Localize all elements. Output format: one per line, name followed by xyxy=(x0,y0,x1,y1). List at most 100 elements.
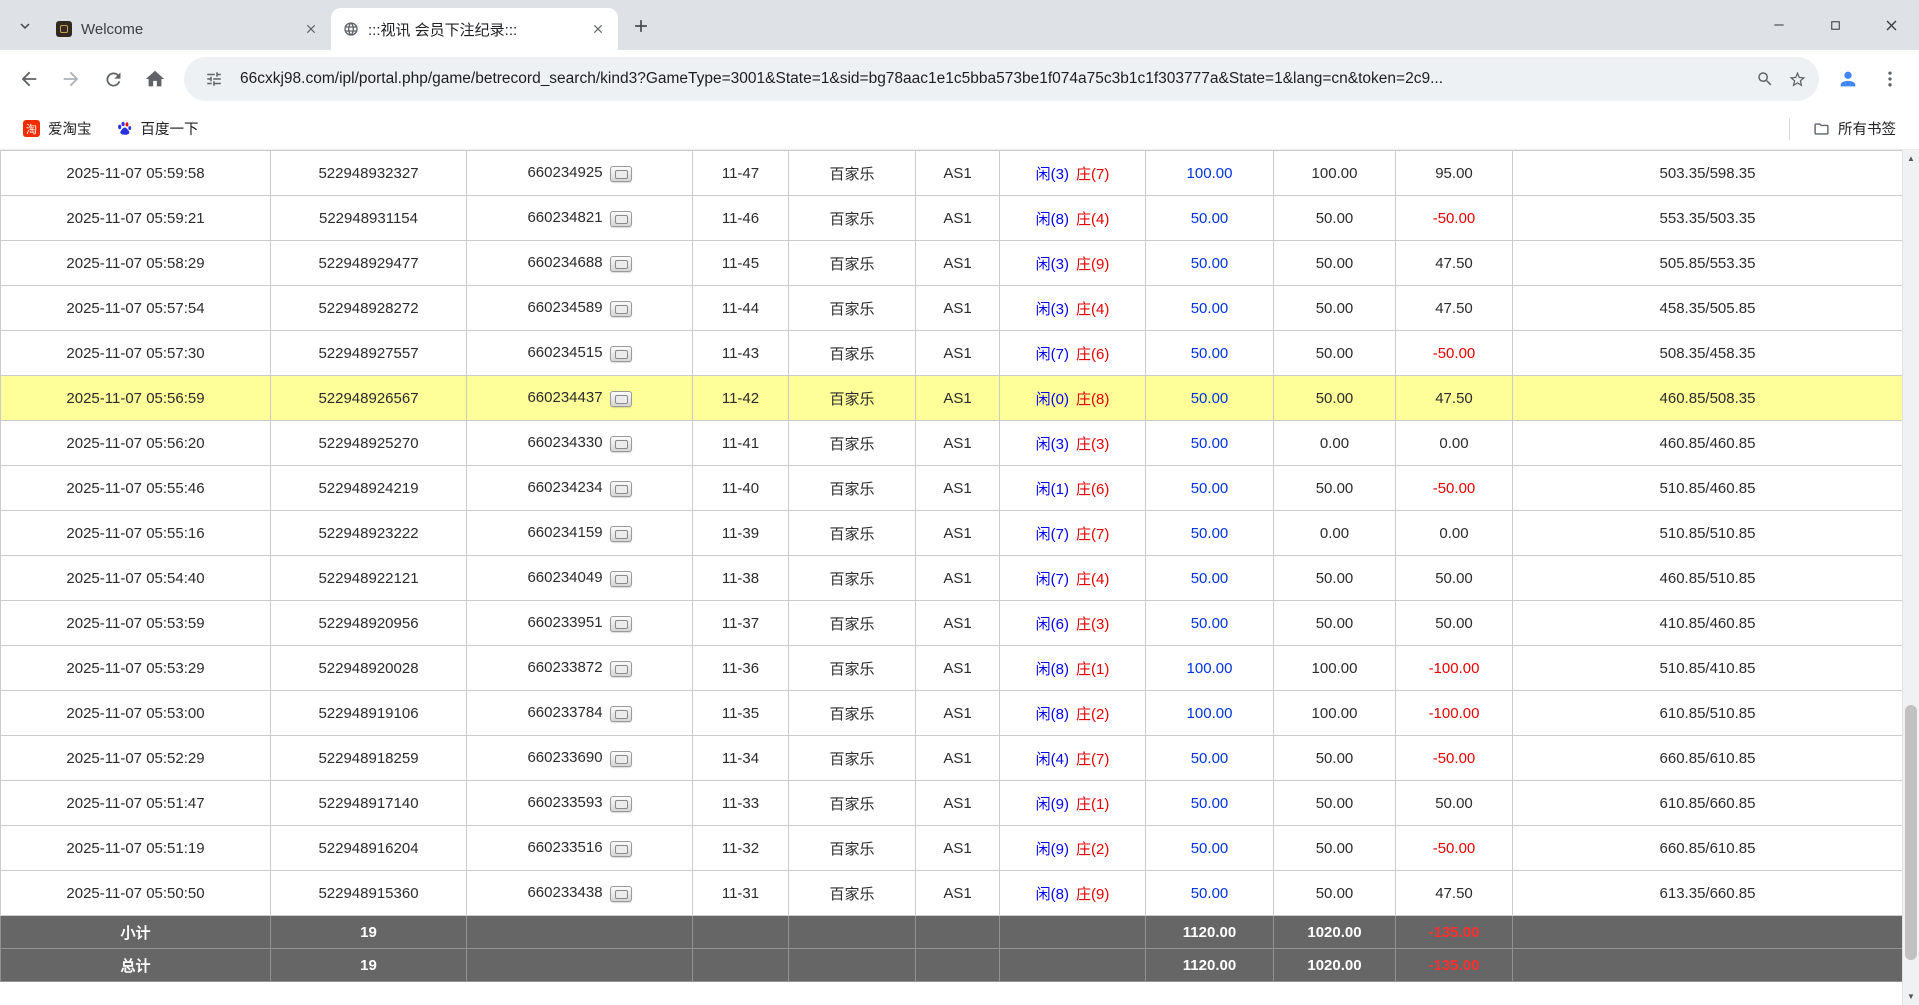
cell-time: 2025-11-07 05:52:29 xyxy=(1,736,271,781)
cell-time: 2025-11-07 05:54:40 xyxy=(1,556,271,601)
bookmark-baidu[interactable]: 百度一下 xyxy=(107,114,208,143)
address-bar[interactable]: 66cxkj98.com/ipl/portal.php/game/betreco… xyxy=(184,57,1819,101)
cell-bet-amount: 50.00 xyxy=(1146,331,1274,376)
tab-welcome[interactable]: Welcome xyxy=(44,8,331,50)
cell-result-detail: 闲(7)庄(4) xyxy=(1000,556,1146,601)
player-score: 闲(3) xyxy=(1036,256,1069,273)
bookmark-taobao[interactable]: 淘 爱淘宝 xyxy=(14,114,101,143)
cell-table: AS1 xyxy=(916,196,1000,241)
minimize-button[interactable] xyxy=(1751,0,1807,50)
table-row[interactable]: 2025-11-07 05:57:30 522948927557 6602345… xyxy=(1,331,1903,376)
video-icon[interactable] xyxy=(610,841,632,857)
cell-valid-amount: 100.00 xyxy=(1274,691,1396,736)
scroll-down-icon[interactable]: ▼ xyxy=(1903,988,1919,1005)
bookmark-label: 爱淘宝 xyxy=(48,118,92,139)
table-row[interactable]: 2025-11-07 05:56:59 522948926567 6602344… xyxy=(1,376,1903,421)
site-settings-icon[interactable] xyxy=(198,63,230,95)
cell-table: AS1 xyxy=(916,646,1000,691)
player-score: 闲(6) xyxy=(1036,616,1069,633)
video-icon[interactable] xyxy=(610,256,632,272)
video-icon[interactable] xyxy=(610,391,632,407)
tab-search-button[interactable] xyxy=(10,11,40,41)
cell-result-detail: 闲(8)庄(2) xyxy=(1000,691,1146,736)
table-row[interactable]: 2025-11-07 05:53:29 522948920028 6602338… xyxy=(1,646,1903,691)
table-row[interactable]: 2025-11-07 05:55:16 522948923222 6602341… xyxy=(1,511,1903,556)
table-row[interactable]: 2025-11-07 05:59:58 522948932327 6602349… xyxy=(1,151,1903,196)
table-row[interactable]: 2025-11-07 05:53:00 522948919106 6602337… xyxy=(1,691,1903,736)
video-icon[interactable] xyxy=(610,526,632,542)
cell-valid-amount: 50.00 xyxy=(1274,556,1396,601)
video-icon[interactable] xyxy=(610,211,632,227)
table-row[interactable]: 2025-11-07 05:50:50 522948915360 6602334… xyxy=(1,871,1903,916)
cell-valid-amount: 50.00 xyxy=(1274,196,1396,241)
close-window-button[interactable] xyxy=(1863,0,1919,50)
cell-bet-amount: 50.00 xyxy=(1146,286,1274,331)
url-text[interactable]: 66cxkj98.com/ipl/portal.php/game/betreco… xyxy=(240,70,1743,88)
all-bookmarks-button[interactable]: 所有书签 xyxy=(1804,114,1905,143)
table-row[interactable]: 2025-11-07 05:54:40 522948922121 6602340… xyxy=(1,556,1903,601)
back-button[interactable] xyxy=(8,58,50,100)
cell-round-id: 660234589 xyxy=(467,286,693,331)
cell-summary-count: 19 xyxy=(271,949,467,982)
new-tab-button[interactable] xyxy=(626,11,656,41)
forward-button[interactable] xyxy=(50,58,92,100)
maximize-button[interactable] xyxy=(1807,0,1863,50)
scroll-up-icon[interactable]: ▲ xyxy=(1903,150,1919,167)
table-row[interactable]: 2025-11-07 05:57:54 522948928272 6602345… xyxy=(1,286,1903,331)
round-id-text: 660233438 xyxy=(527,884,602,901)
video-icon[interactable] xyxy=(610,166,632,182)
table-row[interactable]: 2025-11-07 05:56:20 522948925270 6602343… xyxy=(1,421,1903,466)
cell-balance: 410.85/460.85 xyxy=(1513,601,1903,646)
bookmark-star-icon[interactable] xyxy=(1781,63,1813,95)
video-icon[interactable] xyxy=(610,751,632,767)
vertical-scrollbar[interactable]: ▲ ▼ xyxy=(1902,150,1919,1005)
video-icon[interactable] xyxy=(610,886,632,902)
cell-round: 11-36 xyxy=(693,646,789,691)
close-tab-icon[interactable] xyxy=(301,19,321,39)
video-icon[interactable] xyxy=(610,661,632,677)
summary-row: 总计 19 1120.00 1020.00 -135.00 xyxy=(1,949,1903,982)
table-row[interactable]: 2025-11-07 05:51:47 522948917140 6602335… xyxy=(1,781,1903,826)
video-icon[interactable] xyxy=(610,346,632,362)
cell-time: 2025-11-07 05:59:58 xyxy=(1,151,271,196)
table-row[interactable]: 2025-11-07 05:53:59 522948920956 6602339… xyxy=(1,601,1903,646)
cell-balance: 510.85/510.85 xyxy=(1513,511,1903,556)
scrollbar-thumb[interactable] xyxy=(1905,705,1917,960)
video-icon[interactable] xyxy=(610,796,632,812)
cell-result-detail: 闲(8)庄(4) xyxy=(1000,196,1146,241)
zoom-icon[interactable] xyxy=(1749,63,1781,95)
reload-button[interactable] xyxy=(92,58,134,100)
video-icon[interactable] xyxy=(610,481,632,497)
round-id-text: 660234330 xyxy=(527,434,602,451)
round-id-text: 660234821 xyxy=(527,209,602,226)
cell-game: 百家乐 xyxy=(789,736,916,781)
video-icon[interactable] xyxy=(610,571,632,587)
table-row[interactable]: 2025-11-07 05:59:21 522948931154 6602348… xyxy=(1,196,1903,241)
browser-toolbar: 66cxkj98.com/ipl/portal.php/game/betreco… xyxy=(0,50,1919,108)
table-row[interactable]: 2025-11-07 05:52:29 522948918259 6602336… xyxy=(1,736,1903,781)
cell-result-detail: 闲(8)庄(1) xyxy=(1000,646,1146,691)
video-icon[interactable] xyxy=(610,616,632,632)
cell-winloss: 50.00 xyxy=(1396,781,1513,826)
profile-icon[interactable] xyxy=(1827,58,1869,100)
close-tab-icon[interactable] xyxy=(588,19,608,39)
tab-betrecord[interactable]: :::视讯 会员下注纪录::: xyxy=(331,8,618,50)
video-icon[interactable] xyxy=(610,436,632,452)
video-icon[interactable] xyxy=(610,301,632,317)
player-score: 闲(8) xyxy=(1036,211,1069,228)
cell-balance: 553.35/503.35 xyxy=(1513,196,1903,241)
cell-result-detail: 闲(0)庄(8) xyxy=(1000,376,1146,421)
table-row[interactable]: 2025-11-07 05:55:46 522948924219 6602342… xyxy=(1,466,1903,511)
cell-round-id: 660234330 xyxy=(467,421,693,466)
player-score: 闲(4) xyxy=(1036,751,1069,768)
table-row[interactable]: 2025-11-07 05:58:29 522948929477 6602346… xyxy=(1,241,1903,286)
home-button[interactable] xyxy=(134,58,176,100)
menu-icon[interactable] xyxy=(1869,58,1911,100)
video-icon[interactable] xyxy=(610,706,632,722)
player-score: 闲(8) xyxy=(1036,886,1069,903)
cell-balance: 660.85/610.85 xyxy=(1513,736,1903,781)
cell-bet-id: 522948923222 xyxy=(271,511,467,556)
cell-valid-amount: 50.00 xyxy=(1274,826,1396,871)
table-row[interactable]: 2025-11-07 05:51:19 522948916204 6602335… xyxy=(1,826,1903,871)
player-score: 闲(7) xyxy=(1036,526,1069,543)
